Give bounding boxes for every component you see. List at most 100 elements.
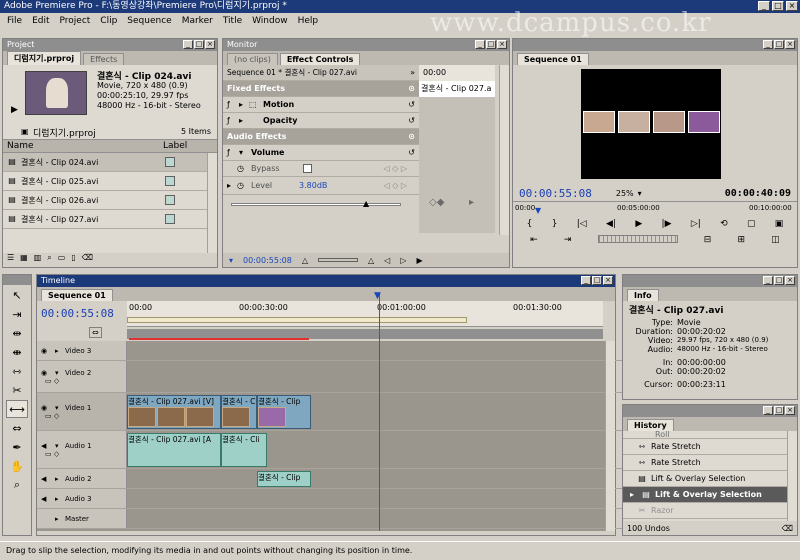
expand-arrow-icon[interactable]: ▾	[55, 404, 65, 412]
menu-marker[interactable]: Marker	[177, 16, 218, 26]
tab-info[interactable]: Info	[627, 289, 659, 301]
audio-clip[interactable]: 결혼식 - Cli	[221, 433, 267, 467]
effect-controls-scrollbar[interactable]	[499, 65, 509, 235]
playhead-marker-icon[interactable]: ▼	[374, 291, 381, 301]
set-out-icon[interactable]: }	[552, 219, 558, 229]
expand-arrow-icon[interactable]: ▾	[55, 442, 65, 450]
slide-tool-icon[interactable]: ⇔	[6, 419, 28, 437]
toggle-effect-icon[interactable]: ƒ	[227, 148, 239, 157]
extract-icon[interactable]: ⊞	[738, 235, 746, 245]
delete-history-icon[interactable]: ⌫	[782, 524, 793, 533]
tab-effect-controls[interactable]: Effect Controls	[279, 53, 361, 65]
motion-effect-row[interactable]: ƒ ▸ ⬚ Motion ↺	[223, 97, 419, 113]
list-view-icon[interactable]: ☰	[7, 253, 14, 265]
panel-close-button[interactable]: ×	[205, 40, 215, 49]
project-scrollbar[interactable]	[207, 153, 217, 253]
step-back-icon[interactable]: ◁	[384, 256, 390, 265]
razor-tool-icon[interactable]: ✂	[6, 381, 28, 399]
menu-window[interactable]: Window	[247, 16, 293, 26]
shuttle-slider[interactable]	[597, 235, 678, 243]
zoom-slider[interactable]	[317, 258, 358, 262]
list-item[interactable]: ▤ 결혼식 - Clip 027.avi	[3, 210, 217, 229]
zoom-dropdown-icon[interactable]: ▾	[638, 189, 642, 198]
toggle-effect-icon[interactable]: ƒ	[227, 116, 239, 125]
menu-title[interactable]: Title	[218, 16, 247, 26]
track-options-icon[interactable]: ▭ ◇	[41, 377, 126, 385]
menu-file[interactable]: File	[2, 16, 27, 26]
level-slider[interactable]: ▲	[223, 195, 419, 215]
expand-icon[interactable]: »	[410, 68, 415, 77]
panel-minimize-button[interactable]: _	[581, 276, 591, 285]
expand-arrow-icon[interactable]: ▾	[239, 148, 251, 157]
stopwatch-icon[interactable]: ◷	[227, 164, 251, 173]
tab-effects[interactable]: Effects	[83, 53, 125, 65]
rolling-edit-tool-icon[interactable]: ⇼	[6, 343, 28, 361]
automate-icon[interactable]: ▥	[34, 253, 42, 265]
add-keyframe-icon[interactable]: ◇◆	[429, 197, 444, 208]
step-forward-icon[interactable]: ▷	[400, 256, 406, 265]
expand-arrow-icon[interactable]: ▸	[55, 347, 65, 355]
go-to-out-icon[interactable]: ▷|	[691, 219, 701, 229]
panel-minimize-button[interactable]: _	[763, 276, 773, 285]
track-select-tool-icon[interactable]: ⇥	[6, 305, 28, 323]
trim-icon[interactable]: ⇤	[530, 235, 538, 245]
history-scrollbar[interactable]	[787, 431, 797, 521]
minimize-button[interactable]: _	[758, 1, 770, 11]
panel-close-button[interactable]: ×	[785, 276, 795, 285]
history-item[interactable]: Roll	[623, 431, 797, 439]
play-icon[interactable]: ▶	[635, 219, 642, 229]
reset-icon[interactable]: ↺	[408, 116, 415, 125]
reset-icon[interactable]: ↺	[408, 148, 415, 157]
video-clip[interactable]: 결혼식 - Clip	[257, 395, 311, 429]
zoom-tool-icon[interactable]: ⌕	[6, 476, 28, 494]
video-clip[interactable]: 결혼식 - Clip 027.avi [V]	[127, 395, 221, 429]
play-icon[interactable]: ▶	[416, 256, 422, 265]
tab-history[interactable]: History	[627, 419, 674, 431]
slip-tool-icon[interactable]: ⟷	[6, 400, 28, 418]
eye-icon[interactable]: ◉	[41, 369, 55, 377]
tab-project[interactable]: 디럼지기.prproj	[7, 51, 82, 65]
audio-clip[interactable]: 결혼식 - Clip	[257, 471, 311, 487]
keyframe-nav-icon[interactable]: ◁ ◇ ▷	[383, 164, 407, 173]
list-item[interactable]: ▤ 결혼식 - Clip 026.avi	[3, 191, 217, 210]
snap-icon[interactable]: ⇔	[89, 327, 102, 338]
list-item[interactable]: ▤ 결혼식 - Clip 024.avi	[3, 153, 217, 172]
speaker-icon[interactable]: ◀	[41, 475, 55, 483]
panel-maximize-button[interactable]: □	[592, 276, 602, 285]
tab-sequence-01[interactable]: Sequence 01	[41, 289, 113, 301]
new-item-icon[interactable]: ▯	[71, 253, 75, 265]
menu-project[interactable]: Project	[55, 16, 96, 26]
program-ruler[interactable]: 00:00 00:05:00:00 00:10:00:00 ▼	[513, 201, 797, 215]
menu-sequence[interactable]: Sequence	[122, 16, 176, 26]
set-in-icon[interactable]: {	[527, 219, 533, 229]
eye-icon[interactable]: ◉	[41, 347, 55, 355]
history-item[interactable]: ▸ ▤ Lift & Overlay Selection	[623, 487, 797, 503]
keyframe-nav-icon[interactable]: ◁ ◇ ▷	[383, 181, 407, 190]
icon-view-icon[interactable]: ▦	[20, 253, 28, 265]
collapse-icon[interactable]: ⊙	[408, 84, 415, 93]
timeline-ruler[interactable]: 00:00 00:00:30:00 00:01:00:00 00:01:30:0…	[127, 301, 603, 327]
toggle-effect-icon[interactable]: ƒ	[227, 100, 239, 109]
history-item[interactable]: ✂ Razor	[623, 503, 797, 519]
speaker-icon[interactable]: ◀	[41, 442, 55, 450]
panel-minimize-button[interactable]: _	[763, 406, 773, 415]
eye-icon[interactable]: ◉	[41, 404, 55, 412]
program-zoom[interactable]: 25%	[616, 189, 634, 198]
list-item[interactable]: ▤ 결혼식 - Clip 025.avi	[3, 172, 217, 191]
panel-close-button[interactable]: ×	[785, 40, 795, 49]
expand-arrow-icon[interactable]: ▸	[55, 495, 65, 503]
zoom-in-icon[interactable]: △	[368, 256, 374, 265]
panel-minimize-button[interactable]: _	[475, 40, 485, 49]
panel-maximize-button[interactable]: □	[774, 406, 784, 415]
pen-tool-icon[interactable]: ✒	[6, 438, 28, 456]
jog-icon[interactable]: ⇥	[564, 235, 572, 245]
level-value[interactable]: 3.80dB	[299, 181, 327, 190]
stopwatch-icon[interactable]: ◷	[237, 181, 251, 190]
column-name[interactable]: Name	[3, 140, 159, 152]
lift-icon[interactable]: ⊟	[704, 235, 712, 245]
expand-arrow-icon[interactable]: ▸	[239, 100, 249, 109]
reset-icon[interactable]: ↺	[408, 100, 415, 109]
maximize-button[interactable]: □	[772, 1, 784, 11]
history-item[interactable]: ▤ Lift & Overlay Selection	[623, 471, 797, 487]
panel-minimize-button[interactable]: _	[183, 40, 193, 49]
